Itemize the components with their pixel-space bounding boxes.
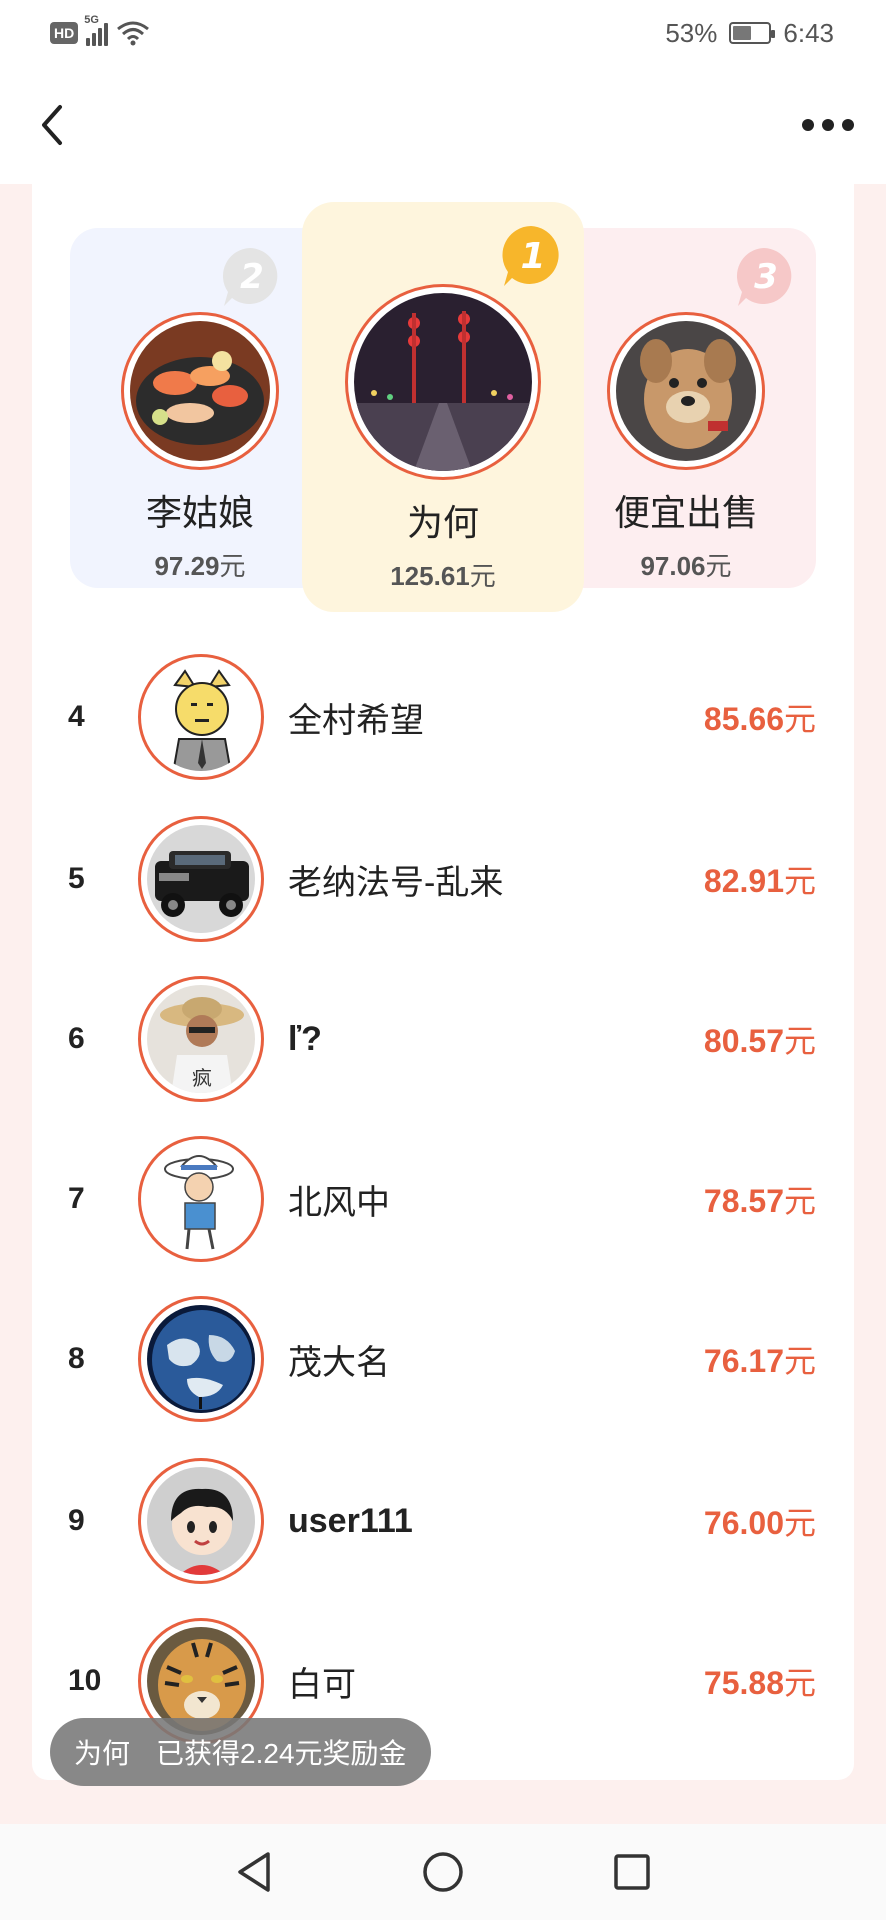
- toast-message: 已获得2.24元奖励金: [156, 1738, 407, 1769]
- podium-third[interactable]: 便宜出售 97.06元: [556, 312, 816, 583]
- list-item[interactable]: 6 疯 ľ? 80.57元: [0, 976, 886, 1102]
- svg-text:1: 1: [520, 236, 545, 277]
- system-nav-bar: [0, 1824, 886, 1920]
- avatar: [138, 1458, 264, 1584]
- list-item[interactable]: 9 user111 76.00元: [0, 1458, 886, 1584]
- avatar: 疯: [138, 976, 264, 1102]
- cartoon-hat-boy-avatar-icon: [147, 1145, 255, 1253]
- earth-avatar-icon: [147, 1305, 255, 1413]
- status-bar: HD 5G 53% 6:43: [0, 0, 886, 66]
- battery-fill: [733, 26, 752, 40]
- more-button[interactable]: [798, 101, 858, 149]
- list-item[interactable]: 4 全村希望 85.66元: [0, 654, 886, 780]
- battery-icon: [729, 22, 776, 44]
- hd-badge: HD: [50, 22, 79, 44]
- wifi-icon: [117, 21, 150, 46]
- svg-text:3: 3: [754, 257, 778, 297]
- avatar-image: [130, 321, 270, 461]
- triangle-back-icon: [238, 1852, 271, 1892]
- signal-icon: 5G: [84, 14, 109, 46]
- more-horizontal-icon: [802, 119, 814, 131]
- status-right: 53% 6:43: [665, 18, 834, 49]
- chevron-left-icon: [42, 105, 62, 145]
- rank-number: 6: [68, 1022, 85, 1055]
- user-name: 老纳法号-乱来: [288, 863, 504, 902]
- user-name: 北风中: [288, 1183, 390, 1222]
- reward-amount: 78.57元: [703, 1183, 816, 1219]
- straw-hat-man-avatar-icon: 疯: [147, 985, 255, 1093]
- avatar: [138, 654, 264, 780]
- avatar: [138, 816, 264, 942]
- battery-percent: 53%: [665, 17, 718, 48]
- user-name: 全村希望: [288, 701, 424, 740]
- podium-first[interactable]: 为何 125.61元: [302, 284, 584, 593]
- night-street-avatar-icon: [354, 293, 532, 471]
- reward-amount: 80.57元: [703, 1023, 816, 1059]
- list-item[interactable]: 5 老纳法号-乱来 82.91元: [0, 816, 886, 942]
- system-home-button[interactable]: [413, 1842, 473, 1902]
- user-name: 白可: [288, 1665, 356, 1704]
- plush-dog-avatar-icon: [616, 321, 756, 461]
- podium-third-amount: 97.06元: [640, 551, 732, 581]
- avatar: [138, 1296, 264, 1422]
- back-button[interactable]: [28, 101, 76, 149]
- reward-toast: 为何 已获得2.24元奖励金: [50, 1718, 431, 1786]
- list-item[interactable]: 8 茂大名 76.17元: [0, 1296, 886, 1422]
- clock: 6:43: [783, 17, 834, 48]
- system-recents-button[interactable]: [602, 1842, 662, 1902]
- avatar: [607, 312, 765, 470]
- reward-amount: 82.91元: [703, 863, 816, 899]
- rank-number: 4: [68, 700, 85, 733]
- rank-number: 5: [68, 862, 85, 895]
- user-name: ľ?: [288, 1019, 322, 1058]
- reward-amount: 76.00元: [703, 1505, 816, 1541]
- avatar: [345, 284, 541, 480]
- toast-user: 为何: [74, 1738, 131, 1769]
- podium-second-name: 李姑娘: [145, 492, 254, 533]
- podium-third-name: 便宜出售: [613, 492, 758, 533]
- list-item[interactable]: 7 北风中 78.57元: [0, 1136, 886, 1262]
- system-back-button[interactable]: [224, 1842, 284, 1902]
- square-recents-icon: [613, 1854, 650, 1890]
- avatar-image: [616, 321, 756, 461]
- rank-1-badge-icon: 1: [500, 224, 562, 288]
- avatar: [121, 312, 279, 470]
- rank-2-badge-icon: 2: [220, 246, 280, 308]
- podium-second-amount: 97.29元: [154, 551, 246, 581]
- meme-face-avatar-icon: [147, 663, 255, 771]
- avatar-image: [354, 293, 532, 471]
- rank-3-badge-icon: 3: [734, 246, 794, 308]
- default-boy-avatar-icon: [147, 1467, 255, 1575]
- status-left: HD 5G: [50, 14, 150, 46]
- reward-amount: 76.17元: [703, 1343, 816, 1379]
- rank-number: 10: [68, 1664, 102, 1697]
- circle-home-icon: [423, 1852, 463, 1892]
- reward-amount: 85.66元: [703, 701, 816, 737]
- avatar: [138, 1136, 264, 1262]
- user-name: 茂大名: [288, 1343, 390, 1382]
- sushi-avatar-icon: [130, 321, 270, 461]
- nav-bar: [0, 66, 886, 184]
- suv-avatar-icon: [147, 825, 255, 933]
- reward-amount: 75.88元: [703, 1665, 816, 1701]
- network-type-label: 5G: [84, 14, 99, 26]
- podium-first-amount: 125.61元: [390, 561, 496, 591]
- rank-number: 7: [68, 1182, 85, 1215]
- rank-number: 9: [68, 1504, 85, 1537]
- podium-first-name: 为何: [406, 502, 479, 543]
- user-name: user111: [288, 1501, 413, 1540]
- podium-second[interactable]: 李姑娘 97.29元: [70, 312, 330, 583]
- svg-text:疯: 疯: [192, 1066, 212, 1090]
- svg-text:2: 2: [240, 257, 264, 297]
- rank-number: 8: [68, 1342, 85, 1375]
